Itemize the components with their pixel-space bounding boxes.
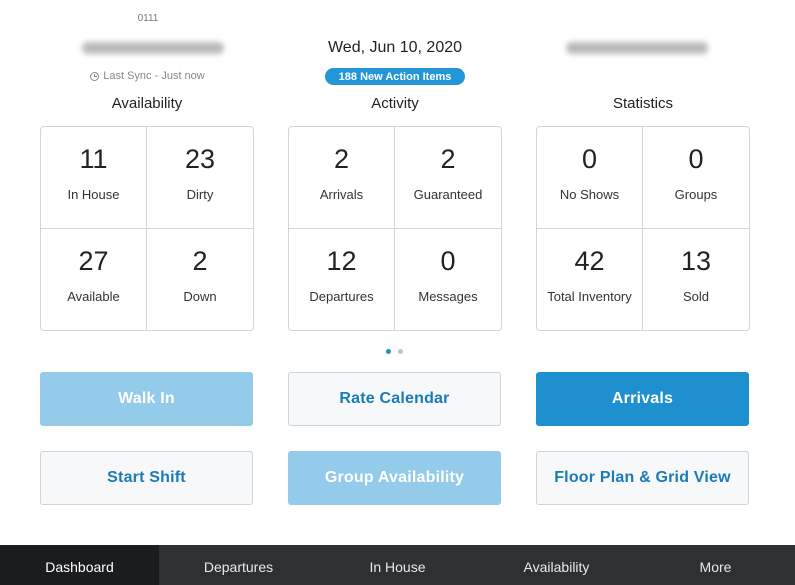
stat-available[interactable]: 27 Available bbox=[41, 228, 147, 330]
stat-no-shows[interactable]: 0 No Shows bbox=[537, 127, 643, 229]
stat-label: Arrivals bbox=[319, 187, 364, 203]
floor-plan-grid-view-button[interactable]: Floor Plan & Grid View bbox=[536, 451, 749, 505]
nav-availability[interactable]: Availability bbox=[477, 545, 636, 585]
stat-label: Dirty bbox=[186, 187, 214, 203]
stat-label: In House bbox=[67, 187, 120, 203]
walk-in-button[interactable]: Walk In bbox=[40, 372, 253, 426]
stat-guaranteed[interactable]: 2 Guaranteed bbox=[395, 127, 501, 229]
property-id: 0111 bbox=[137, 13, 159, 24]
availability-title: Availability bbox=[111, 95, 183, 112]
action-items-badge[interactable]: 188 New Action Items bbox=[325, 68, 465, 85]
stat-label: No Shows bbox=[559, 187, 620, 203]
stat-groups[interactable]: 0 Groups bbox=[643, 127, 749, 229]
last-sync-text: Last Sync - Just now bbox=[103, 70, 205, 82]
stat-label: Groups bbox=[674, 187, 718, 203]
stat-label: Departures bbox=[309, 289, 374, 305]
stat-arrivals[interactable]: 2 Arrivals bbox=[289, 127, 395, 229]
stat-label: Sold bbox=[682, 289, 710, 305]
clock-icon bbox=[90, 71, 100, 81]
stat-label: Messages bbox=[418, 289, 478, 305]
activity-grid: 2 Arrivals 2 Guaranteed 12 Departures 0 … bbox=[288, 126, 502, 331]
stat-value: 23 bbox=[184, 144, 216, 175]
stat-value: 11 bbox=[79, 144, 108, 175]
page-dot[interactable] bbox=[398, 349, 403, 354]
activity-title: Activity bbox=[371, 95, 419, 112]
stat-value: 0 bbox=[440, 246, 456, 277]
stat-value: 42 bbox=[574, 246, 605, 277]
last-sync-status: Last Sync - Just now bbox=[70, 70, 225, 82]
stat-down[interactable]: 2 Down bbox=[147, 229, 253, 331]
stat-messages[interactable]: 0 Messages bbox=[395, 229, 501, 331]
statistics-grid: 0 No Shows 0 Groups 42 Total Inventory 1… bbox=[536, 126, 750, 331]
bottom-nav: Dashboard Departures In House Availabili… bbox=[0, 545, 795, 585]
stat-sold[interactable]: 13 Sold bbox=[643, 229, 749, 331]
rate-calendar-button[interactable]: Rate Calendar bbox=[288, 372, 501, 426]
stat-value: 12 bbox=[326, 246, 357, 277]
stat-total-inventory[interactable]: 42 Total Inventory bbox=[537, 228, 643, 330]
page-dot-active[interactable] bbox=[386, 349, 391, 354]
arrivals-button[interactable]: Arrivals bbox=[536, 372, 749, 426]
stat-label: Available bbox=[67, 289, 120, 305]
property-name-redacted bbox=[82, 42, 224, 54]
start-shift-button[interactable]: Start Shift bbox=[40, 451, 253, 505]
nav-in-house[interactable]: In House bbox=[318, 545, 477, 585]
stat-in-house[interactable]: 11 In House bbox=[41, 127, 147, 229]
statistics-title: Statistics bbox=[612, 95, 673, 112]
stat-value: 0 bbox=[688, 144, 704, 175]
stat-departures[interactable]: 12 Departures bbox=[289, 228, 395, 330]
stat-label: Down bbox=[183, 289, 217, 305]
current-date: Wed, Jun 10, 2020 bbox=[327, 39, 463, 56]
stat-value: 27 bbox=[78, 246, 109, 277]
stat-value: 2 bbox=[440, 144, 456, 175]
stat-value: 2 bbox=[192, 246, 208, 277]
nav-more[interactable]: More bbox=[636, 545, 795, 585]
nav-departures[interactable]: Departures bbox=[159, 545, 318, 585]
stat-dirty[interactable]: 23 Dirty bbox=[147, 127, 253, 229]
nav-dashboard[interactable]: Dashboard bbox=[0, 545, 159, 585]
group-availability-button[interactable]: Group Availability bbox=[288, 451, 501, 505]
stat-value: 2 bbox=[333, 144, 350, 175]
stat-label: Total Inventory bbox=[547, 289, 632, 305]
stat-value: 13 bbox=[680, 246, 712, 277]
user-name-redacted bbox=[566, 42, 708, 54]
stat-value: 0 bbox=[581, 144, 598, 175]
availability-grid: 11 In House 23 Dirty 27 Available 2 Down bbox=[40, 126, 254, 331]
stat-label: Guaranteed bbox=[413, 187, 483, 203]
